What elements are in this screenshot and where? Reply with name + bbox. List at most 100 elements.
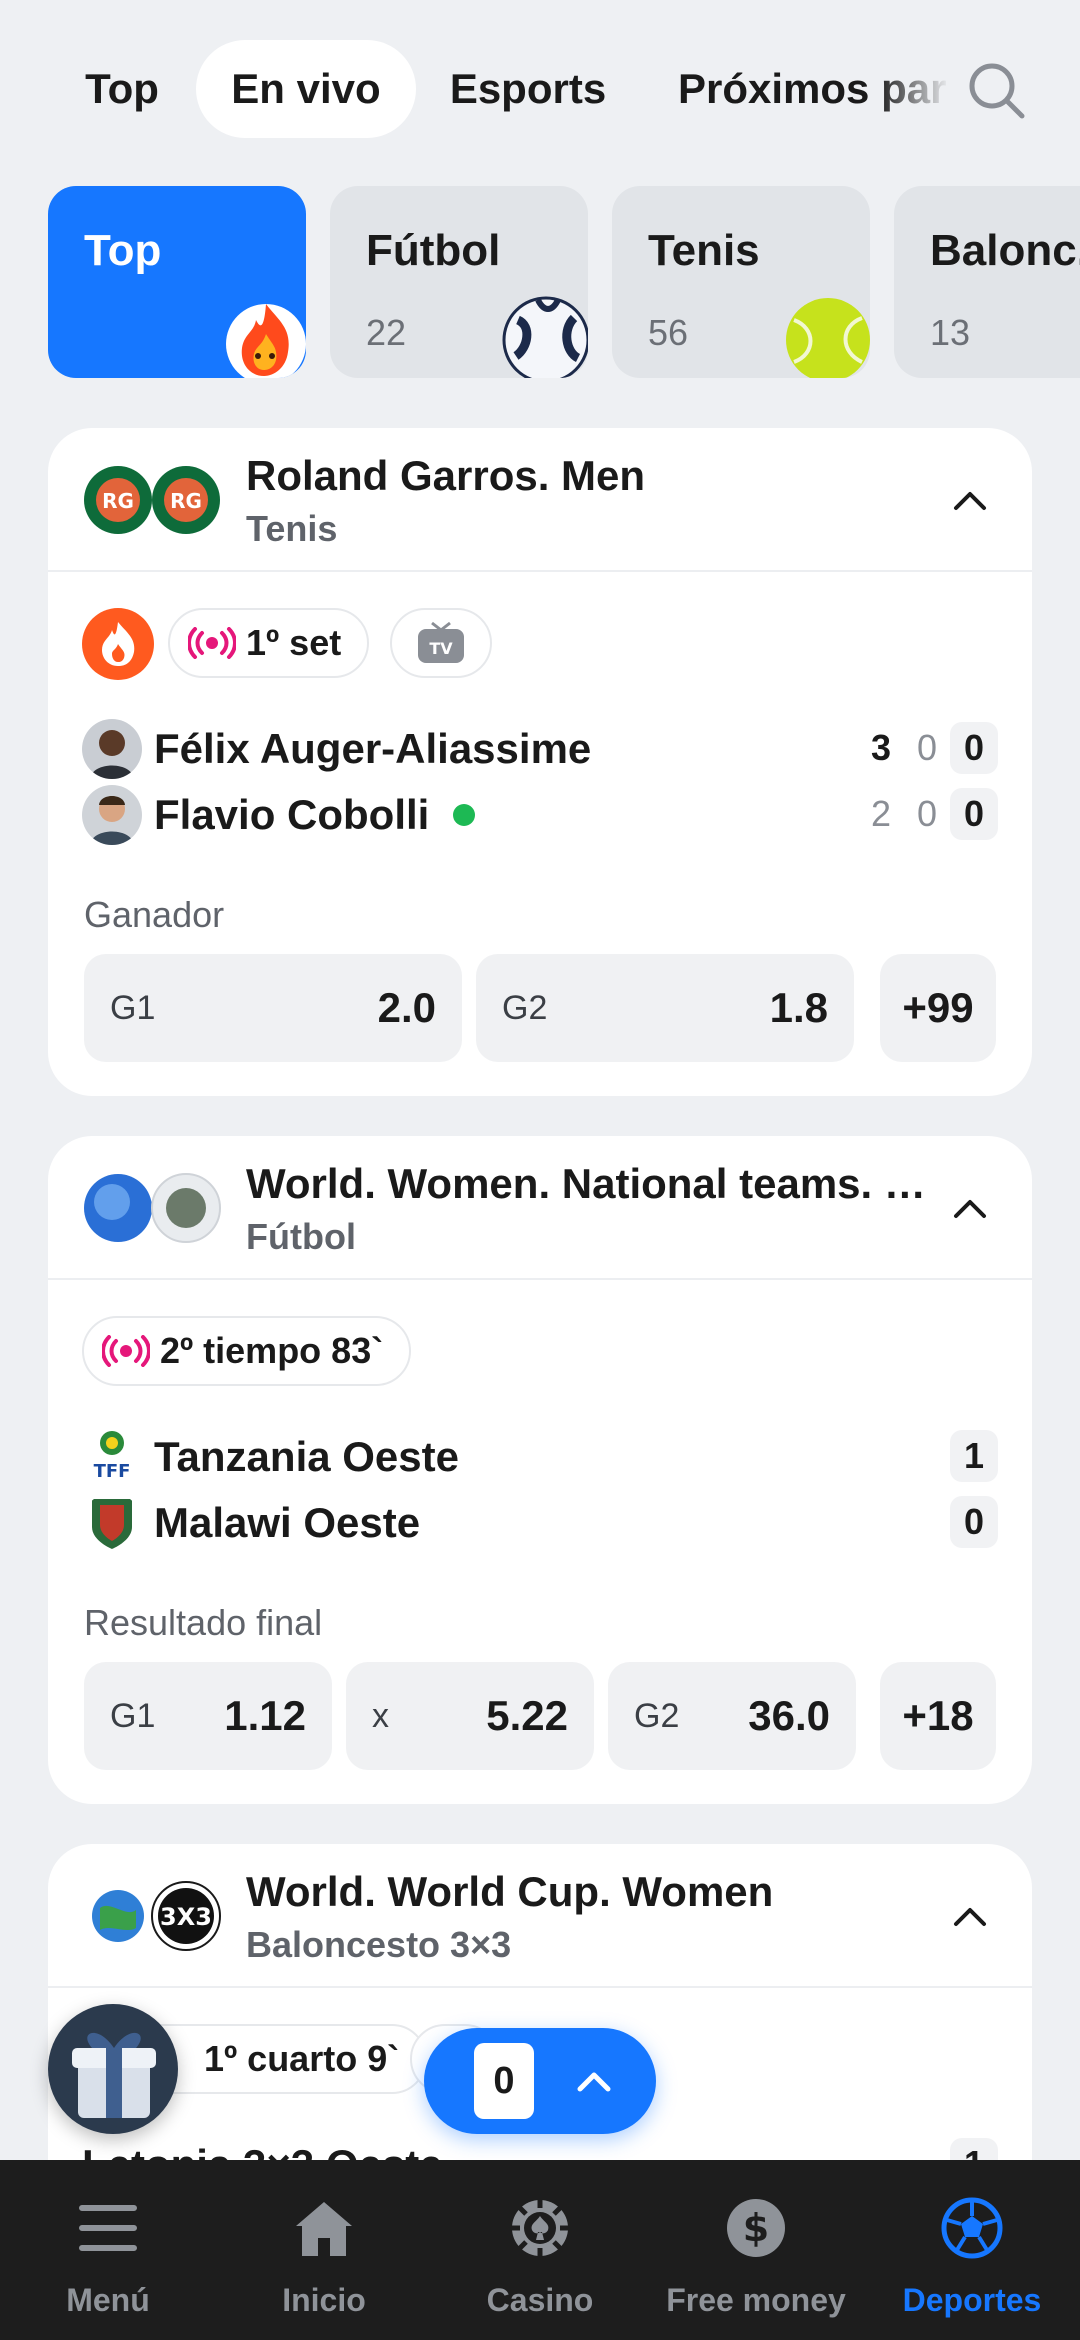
sport-chip-label: Balonc... (930, 226, 1080, 275)
sport-chip-label: Tenis (648, 226, 760, 275)
svg-text:TV: TV (429, 639, 453, 658)
odd-label: G2 (502, 988, 548, 1027)
svg-text:3X3: 3X3 (160, 1903, 212, 1931)
score-sets: 3 (870, 727, 892, 768)
score-line: 0 (950, 1496, 998, 1548)
sport-chip-baloncesto[interactable]: Balonc... 13 (894, 186, 1080, 378)
home-icon (296, 2202, 352, 2256)
live-status-pill: 1º set (168, 608, 370, 678)
nav-inicio[interactable]: Inicio (216, 2160, 432, 2340)
odd-label: G1 (110, 1696, 156, 1735)
score-sets: 2 (870, 793, 892, 834)
score-line: 2 0 0 (858, 788, 998, 840)
chevron-up-icon[interactable] (950, 1188, 990, 1228)
tab-top[interactable]: Top (52, 40, 192, 138)
live-status-pill: 2º tiempo 83` (82, 1316, 412, 1386)
live-broadcast-icon (102, 1335, 150, 1367)
nav-menu[interactable]: Menú (0, 2160, 216, 2340)
menu-icon (79, 2205, 137, 2251)
score-games: 0 (916, 727, 938, 768)
event-card: World. Women. National teams. Friendly T… (48, 1136, 1032, 1804)
team-row: Flavio Cobolli 2 0 0 (82, 784, 998, 846)
team-name: Tanzania Oeste (154, 1433, 459, 1480)
tennis-ball-icon (786, 298, 870, 378)
gift-icon (72, 2032, 156, 2118)
chevron-up-icon[interactable] (950, 480, 990, 520)
league-title: World. Women. National teams. Friendly T… (246, 1160, 936, 1207)
chevron-up-icon[interactable] (950, 1896, 990, 1936)
sport-filter-row: Top Fútbol 22 Tenis 56 Balonc... 13 (0, 186, 1080, 378)
more-markets-button[interactable]: +99 (880, 954, 996, 1062)
nav-free-money[interactable]: $ Free money (648, 2160, 864, 2340)
market-label: Resultado final (84, 1602, 323, 1643)
score-goals: 1 (950, 1430, 998, 1482)
sport-chip-top[interactable]: Top (48, 186, 306, 378)
sport-chip-count: 22 (366, 312, 407, 353)
team-row: Félix Auger-Aliassime 3 0 0 (82, 718, 998, 780)
bottom-nav: Menú Inicio Casino $ Free money Deportes (0, 2160, 1080, 2340)
odd-button[interactable]: G1 2.0 (84, 954, 462, 1062)
more-markets-button[interactable]: +18 (880, 1662, 996, 1770)
live-status-text: 1º cuarto 9` (204, 2038, 400, 2079)
league-sport: Baloncesto 3×3 (246, 1924, 512, 1965)
roland-garros-logo: RG RG (84, 466, 220, 534)
tab-proximos[interactable]: Próximos par (660, 40, 950, 138)
score-line: 3 0 0 (858, 722, 998, 774)
tab-esports[interactable]: Esports (430, 40, 626, 138)
score-games: 0 (916, 793, 938, 834)
nav-label: Deportes (902, 2282, 1042, 2318)
svg-text:$: $ (743, 2206, 769, 2250)
team-name: Flavio Cobolli (154, 791, 430, 838)
search-icon[interactable] (964, 58, 1028, 122)
league-title: World. World Cup. Women (246, 1868, 774, 1915)
hot-badge (82, 608, 154, 680)
team-name: Malawi Oeste (154, 1499, 421, 1546)
score-goals: 0 (950, 1496, 998, 1548)
tab-en-vivo[interactable]: En vivo (196, 40, 416, 138)
odd-label: G2 (634, 1696, 680, 1735)
sport-chip-tenis[interactable]: Tenis 56 (612, 186, 870, 378)
betslip-button[interactable]: 0 (424, 2028, 656, 2134)
tv-icon: TV (418, 621, 464, 663)
top-tabs: Top En vivo Esports Próximos par (0, 40, 1080, 144)
soccer-ball-icon (502, 296, 588, 378)
casino-chip-icon (512, 2200, 568, 2256)
nav-casino[interactable]: Casino (432, 2160, 648, 2340)
odd-button[interactable]: x 5.22 (346, 1662, 594, 1770)
card-header[interactable]: World. Women. National teams. Friendly T… (48, 1136, 1032, 1280)
card-header[interactable]: RG RG Roland Garros. Men Tenis (48, 428, 1032, 572)
svg-text:RG: RG (170, 489, 202, 513)
player-avatar (82, 785, 142, 845)
sport-chip-futbol[interactable]: Fútbol 22 (330, 186, 588, 378)
fire-icon (226, 304, 306, 378)
league-logos: 3X3 (92, 1881, 221, 1951)
live-status-text: 2º tiempo 83` (160, 1330, 384, 1371)
sport-chip-count: 13 (930, 312, 971, 353)
league-title: Roland Garros. Men (246, 452, 646, 499)
nav-label: Free money (666, 2282, 846, 2318)
svg-text:TFF: TFF (94, 1461, 131, 1482)
nav-deportes[interactable]: Deportes (864, 2160, 1080, 2340)
league-logos (84, 1173, 221, 1243)
tv-button[interactable]: TV (390, 608, 492, 678)
score-line: 1 (950, 1430, 998, 1482)
gift-button[interactable] (48, 2004, 178, 2134)
card-header[interactable]: 3X3 World. World Cup. Women Baloncesto 3… (48, 1844, 1032, 1988)
odd-button[interactable]: G2 1.8 (476, 954, 854, 1062)
odd-button[interactable]: G1 1.12 (84, 1662, 332, 1770)
sport-chip-label: Top (84, 226, 162, 275)
sport-chip-label: Fútbol (366, 226, 501, 275)
nav-label: Menú (66, 2282, 150, 2318)
nav-label: Inicio (282, 2282, 366, 2318)
event-card: RG RG Roland Garros. Men Tenis 1º set TV… (48, 428, 1032, 1096)
odd-label: x (372, 1696, 389, 1735)
player-avatar (82, 719, 142, 779)
svg-text:RG: RG (102, 489, 134, 513)
score-points: 0 (950, 788, 998, 840)
odd-button[interactable]: G2 36.0 (608, 1662, 856, 1770)
odd-value: 36.0 (748, 1692, 830, 1739)
serving-indicator (453, 804, 476, 826)
team-row: Malawi Oeste 0 (82, 1492, 998, 1554)
live-status-text: 1º set (246, 622, 342, 663)
market-label: Ganador (84, 894, 225, 935)
